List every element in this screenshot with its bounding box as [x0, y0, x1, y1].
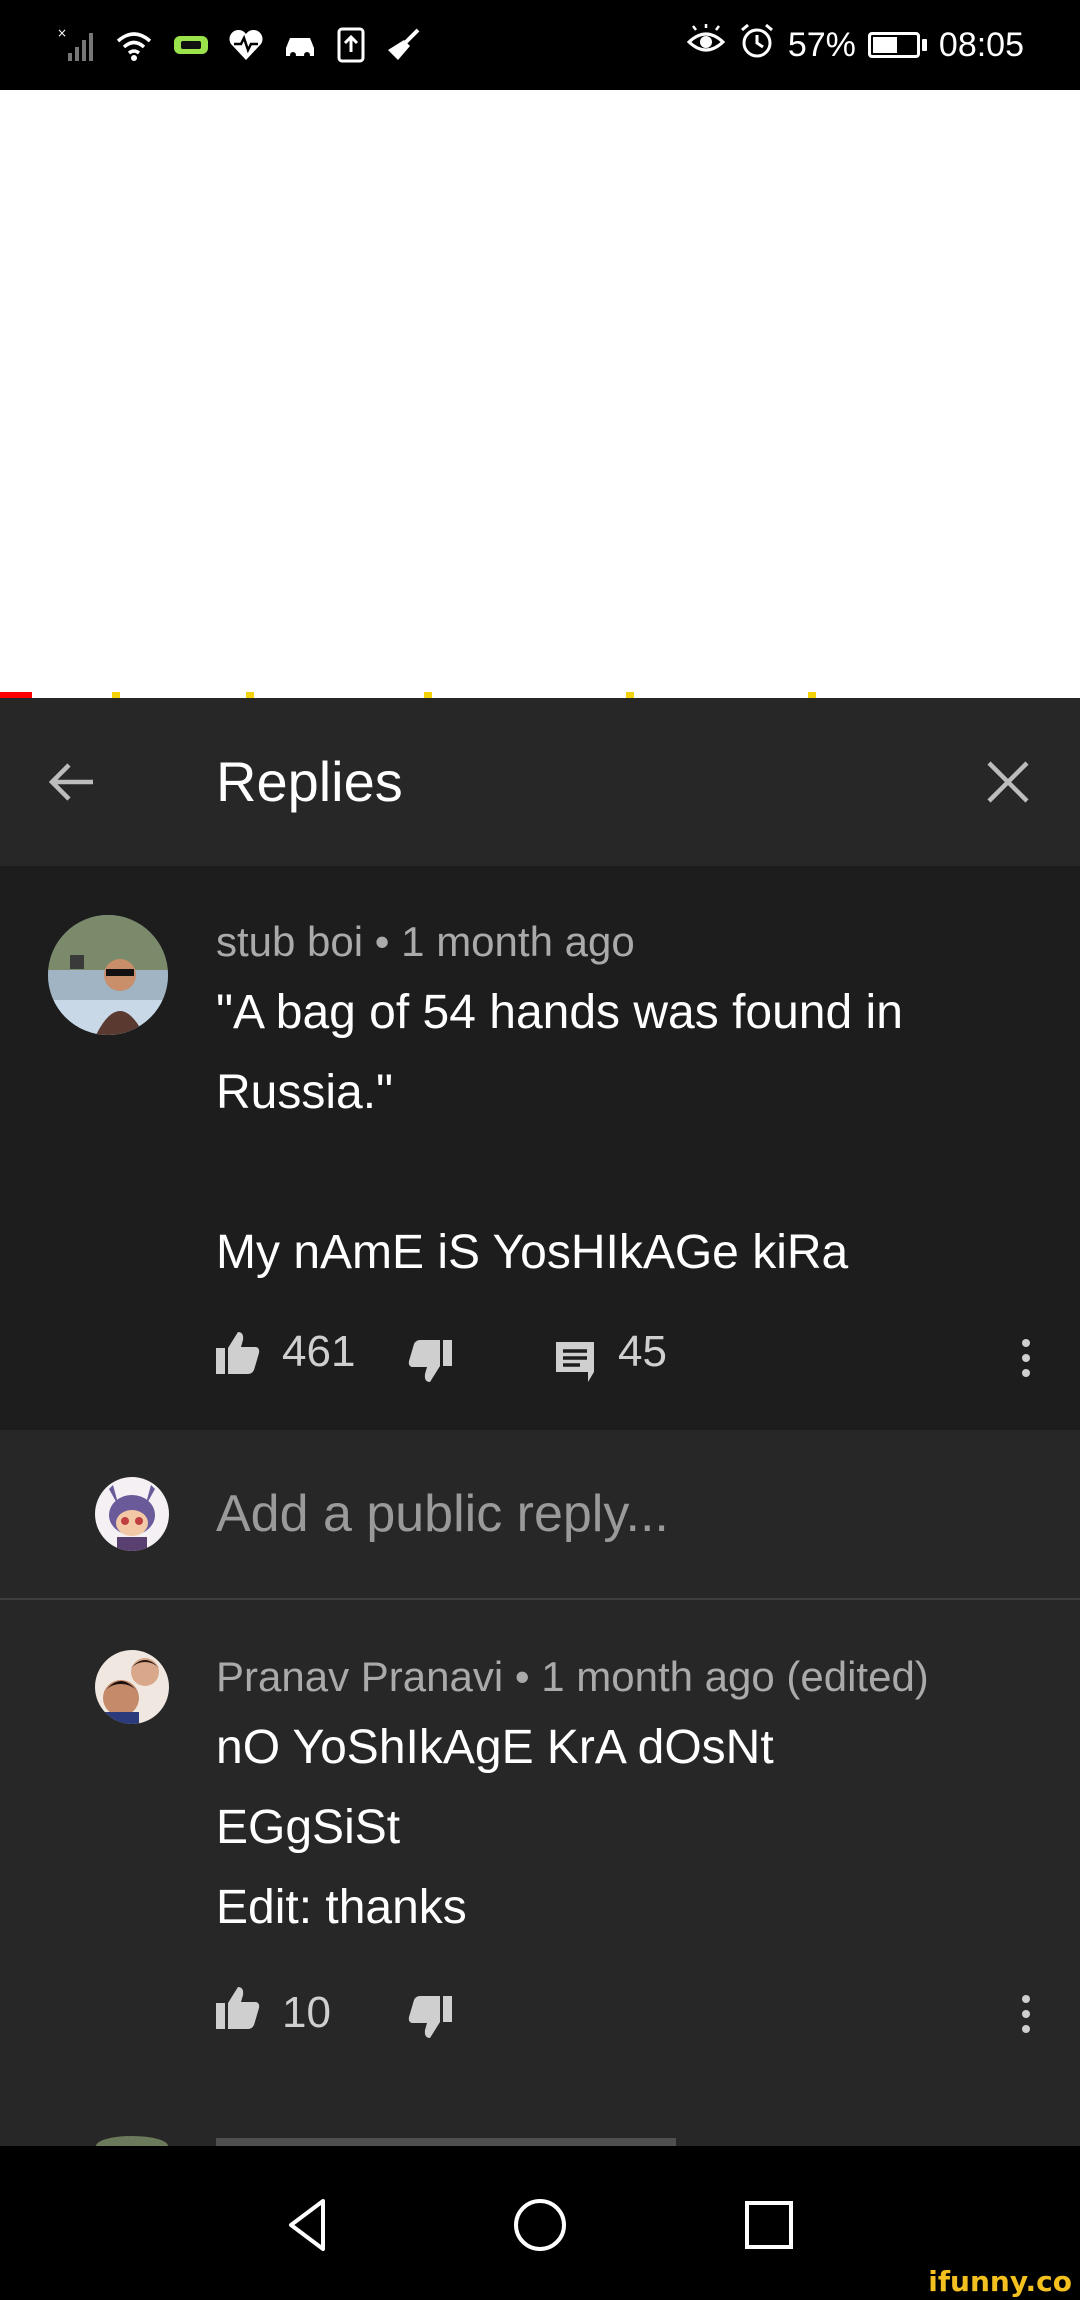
heart-icon — [228, 28, 264, 62]
dislike-button[interactable] — [406, 1994, 454, 2040]
more-options-icon[interactable] — [1006, 1328, 1046, 1388]
avatar[interactable] — [95, 1650, 169, 1724]
avatar[interactable] — [48, 915, 168, 1035]
comment-icon — [556, 1342, 594, 1382]
reply-count: 45 — [618, 1327, 667, 1376]
recents-square-icon — [745, 2201, 793, 2249]
like-button[interactable] — [214, 1330, 262, 1376]
meta-separator: • — [374, 918, 390, 965]
avatar — [95, 1477, 169, 1551]
reply-comment-button[interactable] — [554, 1340, 598, 1384]
like-button[interactable] — [214, 1985, 262, 2031]
comment-author[interactable]: stub boi — [216, 918, 363, 965]
divider — [0, 1598, 1080, 1600]
back-triangle-icon — [289, 2199, 325, 2251]
car-icon — [282, 28, 318, 62]
like-count: 461 — [282, 1327, 356, 1376]
close-icon — [987, 761, 1029, 803]
status-right: 57% 08:05 — [686, 22, 1024, 68]
broom-icon — [384, 26, 422, 64]
eye-icon — [686, 23, 726, 67]
comment-time: 1 month ago (edited) — [541, 1653, 929, 1700]
thumbs-up-icon — [216, 1332, 260, 1374]
thumbs-down-icon — [408, 1340, 452, 1382]
svg-text:×: × — [57, 26, 67, 40]
like-count: 10 — [282, 1988, 331, 2037]
nav-recents-button[interactable] — [714, 2170, 824, 2280]
comment-text: nO YoShIkAgE KrA dOsNt EGgSiSt Edit: tha… — [216, 1721, 774, 1934]
comment-time: 1 month ago — [401, 918, 635, 965]
alarm-icon — [738, 22, 776, 69]
back-button[interactable] — [30, 740, 114, 824]
status-left-icons: × — [56, 22, 422, 68]
home-circle-icon — [514, 2199, 566, 2251]
nav-back-button[interactable] — [254, 2170, 364, 2280]
watermark: ifunny.co — [928, 2265, 1072, 2298]
video-player[interactable] — [0, 90, 1080, 698]
thumbs-up-icon — [216, 1987, 260, 2029]
panel-title: Replies — [216, 750, 403, 813]
comment-author[interactable]: Pranav Pranavi — [216, 1653, 503, 1700]
comment-text: "A bag of 54 hands was found in Russia."… — [216, 986, 903, 1279]
status-time: 08:05 — [938, 25, 1024, 64]
more-options-icon[interactable] — [1006, 1984, 1046, 2044]
upload-icon — [336, 26, 366, 64]
next-reply-peek — [70, 2122, 1070, 2146]
panel-header — [0, 698, 1080, 866]
nav-home-button[interactable] — [485, 2170, 595, 2280]
reply-input[interactable] — [216, 1478, 1036, 1550]
arrow-left-icon — [48, 763, 93, 801]
dislike-button[interactable] — [406, 1338, 454, 1384]
status-bar: × 57% 08:05 — [0, 0, 1080, 90]
comment-meta: stub boi • 1 month ago — [216, 915, 635, 969]
battery-percent: 57% — [787, 25, 856, 64]
comment-meta: Pranav Pranavi • 1 month ago (edited) — [216, 1650, 929, 1704]
close-button[interactable] — [966, 740, 1050, 824]
signal-x-icon: × — [56, 25, 96, 65]
battery-icon — [867, 32, 927, 58]
meta-separator: • — [514, 1653, 530, 1700]
thumbs-down-icon — [408, 1996, 452, 2038]
wifi-icon — [114, 25, 154, 65]
game-icon — [172, 30, 210, 60]
